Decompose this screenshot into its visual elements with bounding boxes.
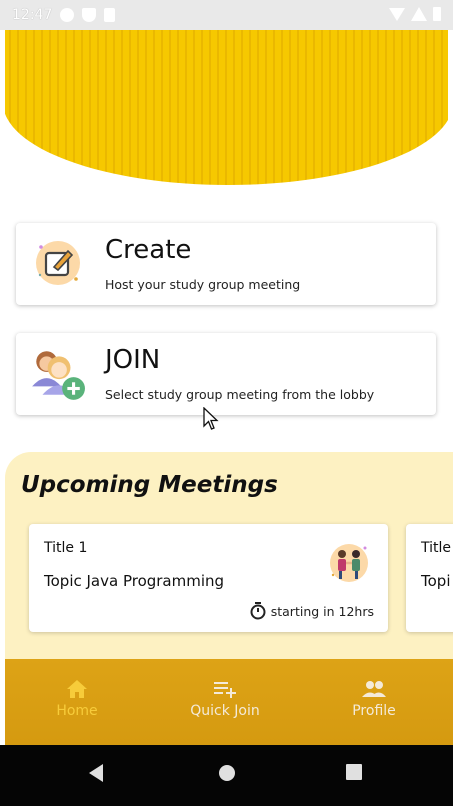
status-time: 12:47: [12, 7, 53, 23]
shield-status-icon: [82, 8, 96, 22]
meeting-title: Title: [421, 540, 452, 556]
system-navigation-bar: [0, 745, 453, 806]
upcoming-meetings-section: Upcoming Meetings Title 1 Topic Java Pro…: [5, 452, 453, 672]
meeting-card[interactable]: Title 1 Topic Java Programming starting …: [29, 524, 388, 632]
join-subtitle: Select study group meeting from the lobb…: [105, 387, 375, 402]
nav-label-quick-join: Quick Join: [190, 703, 260, 719]
settings-status-icon: [60, 8, 74, 22]
timer-icon: [250, 602, 266, 620]
hero-banner-shape: [5, 30, 448, 185]
create-card[interactable]: Create Host your study group meeting: [16, 223, 436, 305]
sd-card-status-icon: [104, 8, 115, 22]
app-screen: 12:47 Create Host your study group meeti…: [0, 0, 453, 806]
meeting-start-time: starting in 12hrs: [270, 603, 374, 619]
nav-item-home[interactable]: Home: [17, 679, 137, 719]
nav-item-profile[interactable]: Profile: [314, 679, 434, 719]
home-circle-icon[interactable]: [217, 763, 237, 783]
upcoming-meetings-heading: Upcoming Meetings: [21, 472, 278, 498]
join-card[interactable]: JOIN Select study group meeting from the…: [16, 333, 436, 415]
nav-label-profile: Profile: [352, 703, 396, 719]
meeting-topic: Topic Java Programming: [44, 572, 225, 590]
create-subtitle: Host your study group meeting: [105, 277, 301, 292]
playlist-add-icon: [214, 682, 236, 698]
hero-banner: [5, 30, 448, 185]
join-group-illustration-icon: [32, 351, 85, 400]
home-icon: [67, 680, 87, 698]
signal-status-icon: [411, 7, 427, 21]
status-bar: 12:47: [0, 0, 453, 30]
people-icon: [362, 681, 386, 697]
nav-item-quick-join[interactable]: Quick Join: [165, 679, 285, 719]
battery-status-icon: [433, 7, 441, 21]
meeting-people-illustration-icon: [330, 544, 368, 582]
wifi-status-icon: [389, 7, 405, 21]
meeting-topic: Topi: [421, 572, 451, 590]
join-title: JOIN: [105, 345, 161, 375]
mouse-cursor-icon: [203, 407, 219, 430]
meeting-title: Title 1: [44, 540, 88, 556]
create-illustration-icon: [36, 241, 80, 285]
recents-icon[interactable]: [345, 763, 363, 781]
bottom-navigation: Home Quick Join Profile: [5, 659, 453, 745]
back-icon[interactable]: [87, 763, 105, 783]
nav-label-home: Home: [56, 703, 98, 719]
create-title: Create: [105, 235, 192, 265]
meeting-card[interactable]: Title Topi: [406, 524, 453, 632]
